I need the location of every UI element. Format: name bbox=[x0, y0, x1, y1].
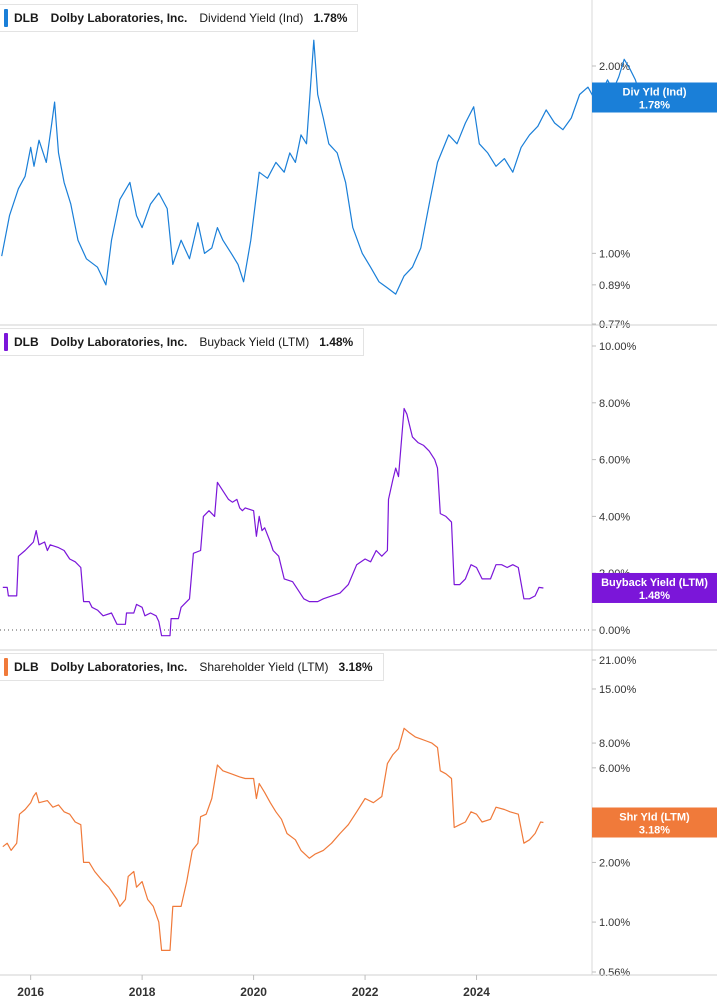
y-tick-label: 8.00% bbox=[599, 398, 630, 410]
company-name: Dolby Laboratories, Inc. bbox=[50, 660, 188, 674]
y-tick-label: 21.00% bbox=[599, 655, 637, 667]
y-tick-label: 1.00% bbox=[599, 917, 630, 929]
ticker-label: DLB bbox=[14, 335, 39, 349]
series-color-swatch bbox=[4, 658, 8, 676]
legend-buyback-yield[interactable]: DLB Dolby Laboratories, Inc. Buyback Yie… bbox=[0, 328, 365, 356]
y-tick-label: 0.89% bbox=[599, 280, 630, 292]
y-tick-label: 8.00% bbox=[599, 738, 630, 750]
y-tick-label: 10.00% bbox=[599, 341, 637, 353]
metric-name: Dividend Yield (Ind) bbox=[199, 11, 304, 25]
metric-value: 1.48% bbox=[319, 335, 354, 349]
x-tick-label: 2024 bbox=[463, 985, 490, 999]
series-color-swatch bbox=[4, 333, 8, 351]
legend-shareholder-yield[interactable]: DLB Dolby Laboratories, Inc. Shareholder… bbox=[0, 653, 384, 681]
x-tick-label: 2020 bbox=[240, 985, 267, 999]
x-tick-label: 2022 bbox=[352, 985, 379, 999]
badge-label: Div Yld (Ind) bbox=[623, 86, 687, 98]
badge-value: 3.18% bbox=[639, 824, 670, 836]
y-tick-label: 1.00% bbox=[599, 248, 630, 260]
yield-chart: 2.00%1.00%0.89%0.77%Div Yld (Ind)1.78%10… bbox=[0, 0, 717, 999]
legend-dividend-yield[interactable]: DLB Dolby Laboratories, Inc. Dividend Yi… bbox=[0, 4, 359, 32]
y-tick-label: 4.00% bbox=[599, 511, 630, 523]
metric-value: 3.18% bbox=[338, 660, 373, 674]
badge-label: Buyback Yield (LTM) bbox=[601, 577, 708, 589]
badge-value: 1.48% bbox=[639, 590, 670, 602]
badge-value: 1.78% bbox=[639, 99, 670, 111]
x-tick-label: 2018 bbox=[129, 985, 156, 999]
company-name: Dolby Laboratories, Inc. bbox=[50, 11, 188, 25]
series-line bbox=[2, 407, 544, 637]
y-tick-label: 2.00% bbox=[599, 857, 630, 869]
y-tick-label: 6.00% bbox=[599, 455, 630, 467]
y-tick-label: 15.00% bbox=[599, 684, 637, 696]
badge-label: Shr Yld (LTM) bbox=[619, 811, 690, 823]
company-name: Dolby Laboratories, Inc. bbox=[50, 335, 188, 349]
y-tick-label: 0.00% bbox=[599, 625, 630, 637]
ticker-label: DLB bbox=[14, 660, 39, 674]
y-tick-label: 0.56% bbox=[599, 967, 630, 979]
series-line bbox=[1, 39, 642, 295]
y-tick-label: 6.00% bbox=[599, 763, 630, 775]
metric-name: Buyback Yield (LTM) bbox=[199, 335, 310, 349]
metric-value: 1.78% bbox=[313, 11, 348, 25]
x-tick-label: 2016 bbox=[17, 985, 44, 999]
metric-name: Shareholder Yield (LTM) bbox=[199, 660, 329, 674]
ticker-label: DLB bbox=[14, 11, 39, 25]
series-line bbox=[2, 727, 544, 951]
series-color-swatch bbox=[4, 9, 8, 27]
